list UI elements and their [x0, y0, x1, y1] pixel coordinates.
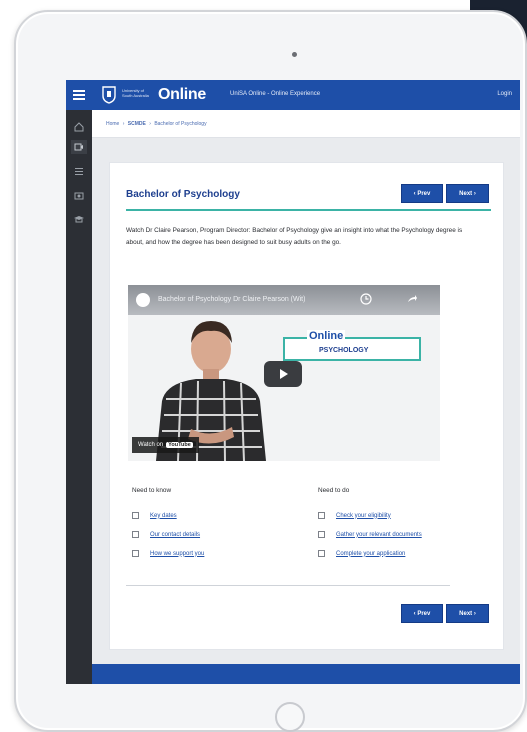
breadcrumb-current: Bachelor of Psychology [154, 121, 207, 127]
video-title[interactable]: Bachelor of Psychology Dr Claire Pearson… [158, 296, 305, 303]
university-name: University of South Australia [122, 88, 149, 98]
eligibility-link[interactable]: Check your eligibility [336, 513, 391, 519]
contact-details-link[interactable]: Our contact details [150, 532, 200, 538]
breadcrumb-separator: › [122, 121, 125, 127]
list-item: Check your eligibility [318, 506, 498, 525]
list-item: Key dates [132, 506, 312, 525]
watch-on-label: Watch on [138, 442, 164, 448]
banner-psychology: PSYCHOLOGY [319, 347, 369, 354]
checkbox[interactable] [318, 531, 325, 538]
home-icon[interactable] [71, 120, 87, 134]
need-to-know-heading: Need to know [132, 487, 172, 494]
tablet-frame: University of South Australia Online Uni… [14, 10, 527, 732]
next-button[interactable]: Next › [446, 184, 489, 203]
login-link[interactable]: Login [497, 91, 512, 97]
support-link[interactable]: How we support you [150, 551, 204, 557]
bottom-nav-buttons: ‹ Prev Next › [401, 604, 489, 623]
top-bar: University of South Australia Online Uni… [92, 80, 520, 110]
application-link[interactable]: Complete your application [336, 551, 405, 557]
content-card: Bachelor of Psychology ‹ Prev Next › Wat… [109, 162, 504, 650]
tablet-screen: University of South Australia Online Uni… [66, 80, 520, 684]
tablet-camera [292, 52, 297, 57]
need-to-do-list: Need to do Check your eligibility Gather… [318, 487, 498, 563]
share-icon[interactable] [406, 293, 418, 305]
intro-paragraph: Watch Dr Claire Pearson, Program Directo… [126, 227, 463, 246]
checkbox[interactable] [132, 512, 139, 519]
youtube-logo: YouTube [166, 442, 193, 448]
video-player[interactable]: Bachelor of Psychology Dr Claire Pearson… [128, 285, 440, 461]
list-item: How we support you [132, 544, 312, 563]
header-subtitle: UniSA Online - Online Experience [230, 91, 321, 97]
prev-button[interactable]: ‹ Prev [401, 604, 443, 623]
play-icon [280, 369, 288, 379]
play-button[interactable] [264, 361, 302, 387]
university-shield-icon [102, 86, 116, 104]
menu-icon[interactable] [66, 80, 92, 110]
breadcrumb-bar: Home › SCMDE › Bachelor of Psychology [92, 110, 520, 138]
channel-avatar[interactable] [136, 293, 150, 307]
brand-online[interactable]: Online [158, 86, 206, 104]
breadcrumb-separator: › [149, 121, 151, 127]
prev-button[interactable]: ‹ Prev [401, 184, 443, 203]
breadcrumb-course[interactable]: SCMDE [128, 121, 146, 127]
tablet-home-button[interactable] [275, 702, 305, 732]
checkbox[interactable] [318, 512, 325, 519]
online-psychology-banner: Online PSYCHOLOGY [283, 330, 421, 361]
clock-icon[interactable] [360, 293, 372, 305]
title-divider [126, 209, 491, 211]
documents-link[interactable]: Gather your relevant documents [336, 532, 422, 538]
need-to-do-heading: Need to do [318, 487, 350, 494]
checkbox[interactable] [132, 531, 139, 538]
checkbox[interactable] [132, 550, 139, 557]
bottom-bar [92, 664, 520, 684]
graduation-icon[interactable] [71, 212, 87, 226]
next-button[interactable]: Next › [446, 604, 489, 623]
list-item: Our contact details [132, 525, 312, 544]
list-icon[interactable] [71, 164, 87, 178]
list-item: Gather your relevant documents [318, 525, 498, 544]
banner-online: Online [307, 330, 346, 342]
breadcrumb-home[interactable]: Home [106, 121, 119, 127]
list-item: Complete your application [318, 544, 498, 563]
page-title: Bachelor of Psychology [126, 189, 240, 200]
watch-on-youtube[interactable]: Watch on YouTube [132, 437, 199, 453]
camera-icon[interactable] [71, 188, 87, 202]
checkbox[interactable] [318, 550, 325, 557]
need-to-know-list: Need to know Key dates Our contact detai… [132, 487, 312, 563]
checklists: Need to know Key dates Our contact detai… [128, 487, 488, 587]
video-icon[interactable] [71, 140, 87, 154]
list-divider [126, 585, 450, 586]
key-dates-link[interactable]: Key dates [150, 513, 177, 519]
top-nav-buttons: ‹ Prev Next › [401, 184, 489, 203]
breadcrumb: Home › SCMDE › Bachelor of Psychology [106, 121, 209, 127]
side-rail [66, 80, 92, 684]
